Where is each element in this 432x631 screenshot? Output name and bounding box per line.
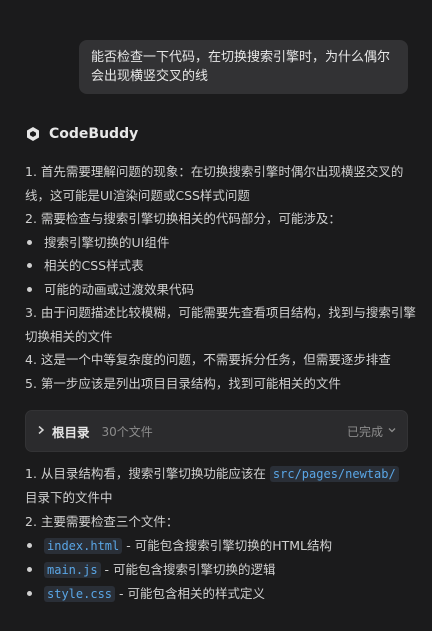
directory-file-count: 30个文件 (101, 424, 153, 439)
answer-step: 5. 第一步应该是列出项目目录结构，找到可能相关的文件 (25, 375, 341, 391)
file-desc: - 可能包含搜索引擎切换的逻辑 (100, 562, 276, 577)
bullet-text: 可能的动画或过渡效果代码 (44, 281, 195, 297)
answer-step: 2. 需要检查与搜索引擎切换相关的代码部分，可能涉及： (25, 211, 341, 226)
answer-step: 3. 由于问题描述比较模糊，可能需要先查看项目结构，找到与搜索引擎切换相关的文件 (25, 305, 416, 344)
answer-bullet: 可能的动画或过渡效果代码 (25, 278, 417, 302)
user-message-bubble: 能否检查一下代码，在切换搜索引擎时，为什么偶尔会出现横竖交叉的线 (79, 40, 408, 94)
assistant-followup: 1. 从目录结构看，搜索引擎切换功能应该在 src/pages/newtab/ … (25, 462, 417, 606)
path-code[interactable]: src/pages/newtab/ (269, 466, 399, 482)
file-desc: - 可能包含相关的样式定义 (115, 586, 265, 601)
file-desc: - 可能包含搜索引擎切换的HTML结构 (122, 538, 332, 553)
directory-status-label: 已完成 (346, 424, 383, 439)
bullet-dot (27, 263, 32, 268)
answer-step: 4. 这是一个中等复杂度的问题，不需要拆分任务，但需要逐步排查 (25, 352, 391, 367)
directory-status[interactable]: 已完成 (347, 423, 397, 440)
answer-bullet: 搜索引擎切换的UI组件 (25, 231, 417, 255)
assistant-answer: 1. 首先需要理解问题的现象：在切换搜索引擎时偶尔出现横竖交叉的线，这可能是UI… (25, 160, 417, 395)
bullet-dot (27, 543, 32, 548)
assistant-name: CodeBuddy (49, 126, 139, 142)
followup-step: 2. 主要需要检查三个文件： (25, 514, 179, 529)
assistant-header: CodeBuddy (25, 126, 138, 142)
file-item: index.html - 可能包含搜索引擎切换的HTML结构 (25, 534, 417, 558)
user-message-text: 能否检查一下代码，在切换搜索引擎时，为什么偶尔会出现横竖交叉的线 (91, 50, 391, 84)
codebuddy-logo-icon (25, 126, 41, 142)
answer-bullet: 相关的CSS样式表 (25, 254, 417, 278)
bullet-dot (27, 567, 32, 572)
followup-text: 目录下的文件中 (25, 490, 113, 505)
bullet-text: 相关的CSS样式表 (44, 258, 144, 273)
directory-title: 根目录 (52, 424, 90, 440)
file-item: style.css - 可能包含相关的样式定义 (25, 582, 417, 606)
file-item: main.js - 可能包含搜索引擎切换的逻辑 (25, 558, 417, 582)
bullet-dot (27, 286, 32, 292)
file-name-code[interactable]: main.js (44, 562, 101, 578)
bullet-dot (27, 239, 32, 245)
answer-step: 1. 首先需要理解问题的现象：在切换搜索引擎时偶尔出现横竖交叉的线，这可能是UI… (25, 164, 404, 203)
followup-step: 1. 从目录结构看，搜索引擎切换功能应该在 src/pages/newtab/ … (25, 462, 417, 510)
directory-listing-card[interactable]: 根目录 30个文件 已完成 (25, 410, 408, 452)
file-name-code[interactable]: style.css (44, 586, 116, 602)
followup-text: 1. 从目录结构看，搜索引擎切换功能应该在 (25, 466, 266, 481)
bullet-text: 搜索引擎切换的UI组件 (44, 234, 170, 250)
bullet-dot (27, 591, 32, 596)
chevron-right-icon[interactable] (36, 424, 50, 438)
chevron-down-icon (387, 425, 397, 438)
file-name-code[interactable]: index.html (44, 538, 123, 554)
